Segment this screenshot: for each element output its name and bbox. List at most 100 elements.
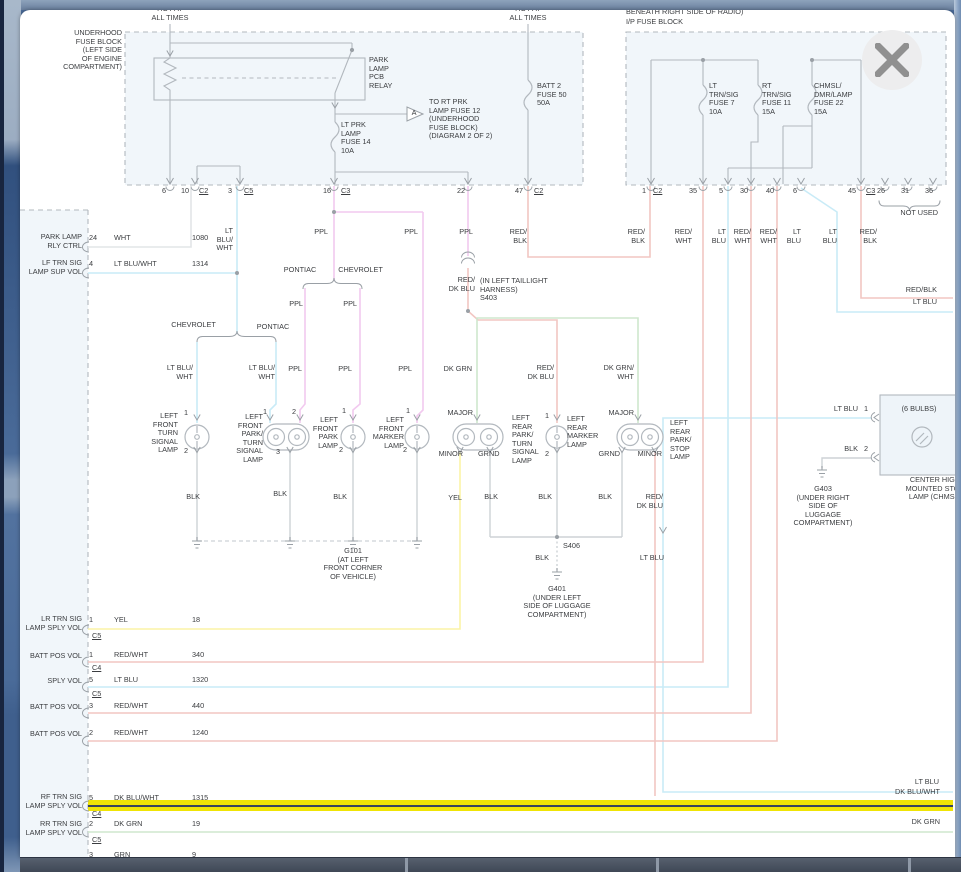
wire-label: PPL [327,365,352,374]
wire-dkgrn [88,318,953,832]
ref-a: A [407,109,421,118]
wire-color: RED/WHT [114,702,186,711]
batt2-fuse-label: BATT 2 FUSE 50 50A [537,82,585,108]
wire-label: RED/ WHT [664,228,692,245]
pin: 2 [89,820,103,829]
pin: 2 [864,445,872,454]
pin: 36 [925,187,941,196]
ground-g403: G403 (UNDER RIGHT SIDE OF LUGGAGE COMPAR… [779,485,867,528]
pin: 4 [89,260,103,269]
connector: C5 [244,187,260,196]
pin: 1 [89,651,103,660]
not-used: NOT USED [880,209,938,218]
window-right-chrome [954,0,961,872]
connector: C2 [534,187,550,196]
wire-label: LT BLU [776,228,801,245]
terminal: GRND [478,450,508,459]
close-button[interactable] [862,30,922,90]
terminal: MINOR [628,450,662,459]
wire-color: WHT [114,234,186,243]
wire-color: RED/WHT [114,651,186,660]
wire-label: LT BLU/ WHT [240,364,275,381]
module-row-label: RR TRN SIG LAMP SPLY VOL [20,820,82,837]
wire-label: RED/ DK BLU [624,493,663,510]
wire-color: LT BLU [114,676,186,685]
module-row-label: BATT POS VOL [20,652,82,661]
brand-chevrolet: CHEVROLET [166,321,221,330]
left-front-turn-signal-lamp [185,425,209,449]
pin: 2 [184,447,192,456]
wire-label: BLK [525,554,549,563]
module-row-label: LR TRN SIG LAMP SPLY VOL [20,615,82,632]
module-row-label: PARK LAMP RLY CTRL [20,233,82,250]
brand-pontiac: PONTIAC [252,323,294,332]
circuit: 1240 [192,729,234,738]
pin: 26 [877,187,893,196]
wire-label: PPL [445,228,473,237]
wire-label: LT BLU [889,298,937,307]
wire-label: DK GRN [428,365,472,374]
pin: 3 [228,187,244,196]
chmsl-pin-arcs [871,413,879,463]
pin: 5 [719,187,735,196]
wire-label: BLK [263,490,287,499]
wire-label: RED/ BLK [848,228,877,245]
lamp-name: CENTER HIGH MOUNTED STOP LAMP (CHMSL) [883,476,961,502]
wire-label: DK GRN [895,818,940,827]
wire-label: PPL [300,228,328,237]
wire-label: BLK [528,493,552,502]
wire-label: BLK [835,445,858,454]
pin: 40 [766,187,782,196]
pin: 2 [339,446,347,455]
wire-label: LT BLU [812,228,837,245]
circuit: 1314 [192,260,234,269]
splice-s403: (IN LEFT TAILLIGHT HARNESS) S403 [480,277,572,303]
pin: 1 [89,616,103,625]
wire-label: RED/ DK BLU [437,276,475,293]
connector: C4 [92,664,108,673]
chmsl-bulbs: (6 BULBS) [893,405,945,414]
wire-label: RED/ BLK [499,228,527,245]
circuit: 1320 [192,676,234,685]
terminal: MINOR [429,450,463,459]
wire-label: PPL [390,228,418,237]
lamp-name: LEFT REAR PARK/ STOP LAMP [670,419,706,462]
wire-label: PPL [278,300,303,309]
connector: C5 [92,836,108,845]
module-row-label: SPLY VOL [20,677,82,686]
fuse11-label: RT TRN/SIG FUSE 11 15A [762,82,808,116]
bottom-bar-divider [908,858,911,872]
pin: 1 [342,407,350,416]
left-rear-park-turn-signal-lamp [453,424,503,450]
brand-pontiac: PONTIAC [279,266,321,275]
wire-label: LT BLU [823,405,858,414]
terminal: MAJOR [600,409,634,418]
module-row-label: BATT POS VOL [20,730,82,739]
module-row-label: LF TRN SIG LAMP SUP VOL [20,259,82,276]
park-lamp-relay-label: PARK LAMP PCB RELAY [369,56,419,90]
splice-s406: S406 [563,542,593,551]
circuit: 440 [192,702,234,711]
wire-label: BLK [588,493,612,502]
connector: C5 [92,632,108,641]
lamp-name: LEFT FRONT PARK/ TURN SIGNAL LAMP [224,413,263,465]
wiring-diagram: HOT AT ALL TIMESHOT AT ALL TIMESBENEATH … [0,0,961,872]
bottom-bar-divider [656,858,659,872]
terminal: GRND [590,450,620,459]
connector: C4 [92,810,108,819]
lamp-name: LEFT FRONT PARK LAMP [298,416,338,450]
wire-label: RED/ BLK [617,228,645,245]
brand-chevrolet: CHEVROLET [333,266,388,275]
wire-label: BLK [323,493,347,502]
module-box-fill [20,210,88,858]
wire-color: LT BLU/WHT [114,260,186,269]
wire-label: BLK [474,493,498,502]
bottom-bar-divider [405,858,408,872]
connector: C3 [341,187,357,196]
fuse22-label: CHMSL/ DMR/LAMP FUSE 22 15A [814,82,866,116]
module-row-label: BATT POS VOL [20,703,82,712]
wire-label: PPL [277,365,302,374]
circuit: 1315 [192,794,234,803]
ip-fuse-block-name: I/P FUSE BLOCK [626,18,846,27]
wire-color: YEL [114,616,186,625]
